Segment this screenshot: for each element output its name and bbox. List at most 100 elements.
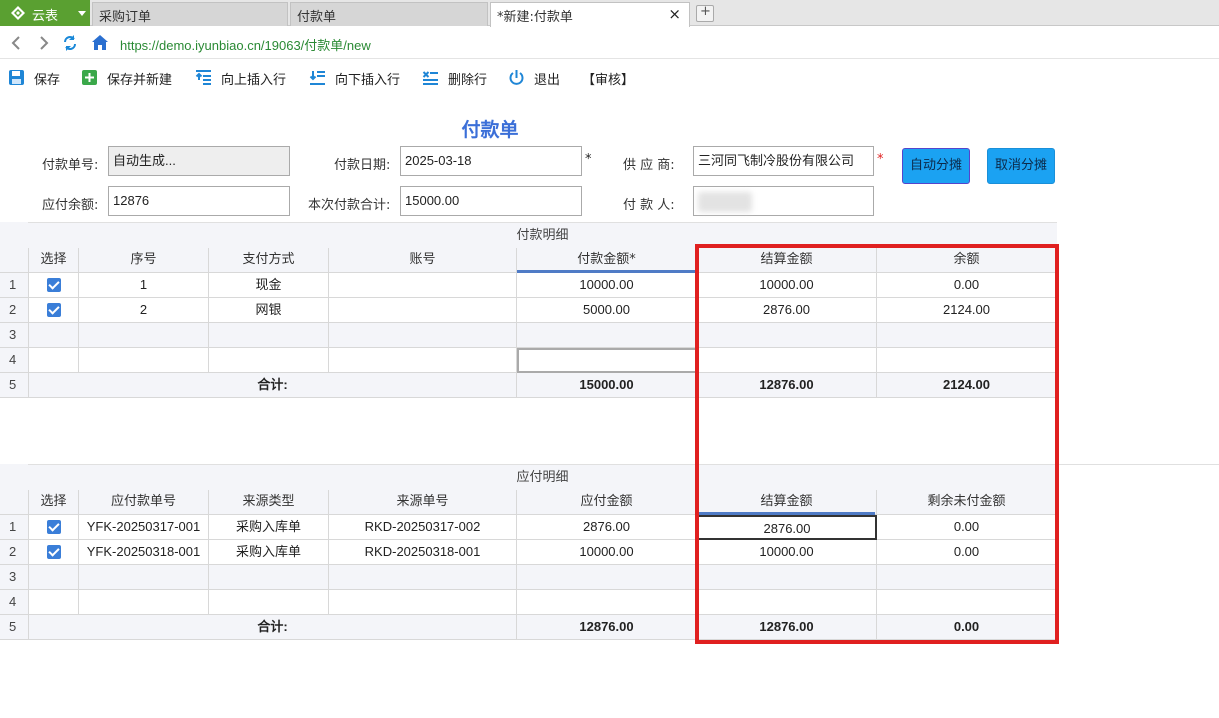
payable-amount-cell[interactable] (517, 565, 697, 590)
col-header-select[interactable]: 选择 (29, 248, 79, 273)
payable-no-cell[interactable]: YFK-20250317-001 (79, 515, 209, 540)
col-header-payable-no[interactable]: 应付款单号 (79, 490, 209, 515)
order-no-field[interactable]: 自动生成... (108, 146, 290, 176)
payable-amount-cell[interactable]: 2876.00 (517, 515, 697, 540)
seq-cell[interactable]: 2 (79, 298, 209, 323)
col-header-seq[interactable]: 序号 (79, 248, 209, 273)
checkbox-checked-icon[interactable] (46, 545, 61, 559)
balance-cell[interactable]: 0.00 (877, 273, 1057, 298)
seq-cell[interactable] (79, 348, 209, 373)
account-cell[interactable] (329, 273, 517, 298)
select-cell[interactable] (29, 540, 79, 565)
select-cell[interactable] (29, 565, 79, 590)
checkbox-checked-icon[interactable] (46, 520, 61, 534)
source-no-cell[interactable] (329, 565, 517, 590)
amount-cell[interactable]: 5000.00 (517, 298, 697, 323)
table-row[interactable]: 1 YFK-20250317-001 采购入库单 RKD-20250317-00… (0, 515, 1057, 540)
method-cell[interactable]: 现金 (209, 273, 329, 298)
payable-no-cell[interactable]: YFK-20250318-001 (79, 540, 209, 565)
remaining-cell[interactable] (877, 590, 1057, 615)
col-header-source-no[interactable]: 来源单号 (329, 490, 517, 515)
col-header-method[interactable]: 支付方式 (209, 248, 329, 273)
table-row[interactable]: 1 1 现金 10000.00 10000.00 0.00 (0, 273, 1057, 298)
total-payment-field[interactable]: 15000.00 (400, 186, 582, 216)
audit-button[interactable]: 【审核】 (582, 68, 642, 88)
table-row[interactable]: 4 (0, 590, 1057, 615)
delete-row-button[interactable]: 删除行 (422, 68, 497, 88)
amount-cell[interactable] (517, 323, 697, 348)
account-cell[interactable] (329, 323, 517, 348)
balance-cell[interactable]: 2124.00 (877, 298, 1057, 323)
balance-field[interactable]: 12876 (108, 186, 290, 216)
col-header-source-type[interactable]: 来源类型 (209, 490, 329, 515)
seq-cell[interactable]: 1 (79, 273, 209, 298)
settle-cell[interactable] (697, 590, 877, 615)
home-tab[interactable]: 云表 (0, 0, 90, 26)
add-tab-button[interactable]: + (696, 4, 714, 22)
close-icon[interactable]: × (668, 5, 681, 23)
settle-cell[interactable] (697, 565, 877, 590)
method-cell[interactable] (209, 323, 329, 348)
payable-amount-cell[interactable] (517, 590, 697, 615)
source-no-cell[interactable]: RKD-20250318-001 (329, 540, 517, 565)
select-cell[interactable] (29, 590, 79, 615)
amount-cell[interactable]: 10000.00 (517, 273, 697, 298)
remaining-cell[interactable]: 0.00 (877, 515, 1057, 540)
settle-cell[interactable]: 2876.00 (697, 298, 877, 323)
table-row[interactable]: 2 2 网银 5000.00 2876.00 2124.00 (0, 298, 1057, 323)
save-and-new-button[interactable]: 保存并新建 (81, 68, 181, 88)
select-cell[interactable] (29, 273, 79, 298)
payable-amount-cell[interactable]: 10000.00 (517, 540, 697, 565)
table-row[interactable]: 3 (0, 565, 1057, 590)
cancel-allocate-button[interactable]: 取消分摊 (987, 148, 1055, 184)
account-cell[interactable] (329, 298, 517, 323)
forward-icon[interactable] (38, 35, 50, 51)
source-type-cell[interactable]: 采购入库单 (209, 515, 329, 540)
seq-cell[interactable] (79, 323, 209, 348)
method-cell[interactable] (209, 348, 329, 373)
refresh-icon[interactable] (62, 34, 78, 52)
source-no-cell[interactable]: RKD-20250317-002 (329, 515, 517, 540)
remaining-cell[interactable]: 0.00 (877, 540, 1057, 565)
source-no-cell[interactable] (329, 590, 517, 615)
select-cell[interactable] (29, 298, 79, 323)
url-text[interactable]: https://demo.iyunbiao.cn/19063/付款单/new (120, 35, 371, 54)
tab-purchase-order[interactable]: 采购订单 (92, 2, 288, 26)
checkbox-checked-icon[interactable] (46, 303, 61, 317)
col-header-remaining[interactable]: 剩余未付金额 (877, 490, 1057, 515)
col-header-payable-amount[interactable]: 应付金额 (517, 490, 697, 515)
account-cell[interactable] (329, 348, 517, 373)
select-cell[interactable] (29, 323, 79, 348)
source-type-cell[interactable] (209, 590, 329, 615)
auto-allocate-button[interactable]: 自动分摊 (902, 148, 970, 184)
method-cell[interactable]: 网银 (209, 298, 329, 323)
col-header-settle[interactable]: 结算金额 (697, 248, 877, 273)
col-header-account[interactable]: 账号 (329, 248, 517, 273)
insert-row-above-button[interactable]: 向上插入行 (195, 68, 295, 88)
payable-no-cell[interactable] (79, 565, 209, 590)
back-icon[interactable] (10, 35, 22, 51)
tab-payment-list[interactable]: 付款单 (290, 2, 488, 26)
payable-no-cell[interactable] (79, 590, 209, 615)
col-header-balance[interactable]: 余额 (877, 248, 1057, 273)
col-header-select[interactable]: 选择 (29, 490, 79, 515)
source-type-cell[interactable] (209, 565, 329, 590)
select-cell[interactable] (29, 515, 79, 540)
supplier-field[interactable]: 三河同飞制冷股份有限公司 (693, 146, 874, 176)
chevron-down-icon[interactable] (78, 11, 86, 16)
exit-button[interactable]: 退出 (508, 68, 568, 88)
date-field[interactable]: 2025-03-18 (400, 146, 582, 176)
insert-row-below-button[interactable]: 向下插入行 (309, 68, 409, 88)
select-cell[interactable] (29, 348, 79, 373)
settle-cell[interactable] (697, 348, 877, 373)
save-button[interactable]: 保存 (8, 68, 68, 88)
table-row[interactable]: 2 YFK-20250318-001 采购入库单 RKD-20250318-00… (0, 540, 1057, 565)
settle-cell[interactable] (697, 323, 877, 348)
home-icon[interactable] (91, 34, 109, 51)
settle-cell[interactable]: 10000.00 (697, 540, 877, 565)
table-row[interactable]: 4 (0, 348, 1057, 373)
balance-cell[interactable] (877, 323, 1057, 348)
remaining-cell[interactable] (877, 565, 1057, 590)
source-type-cell[interactable]: 采购入库单 (209, 540, 329, 565)
table-row[interactable]: 3 (0, 323, 1057, 348)
